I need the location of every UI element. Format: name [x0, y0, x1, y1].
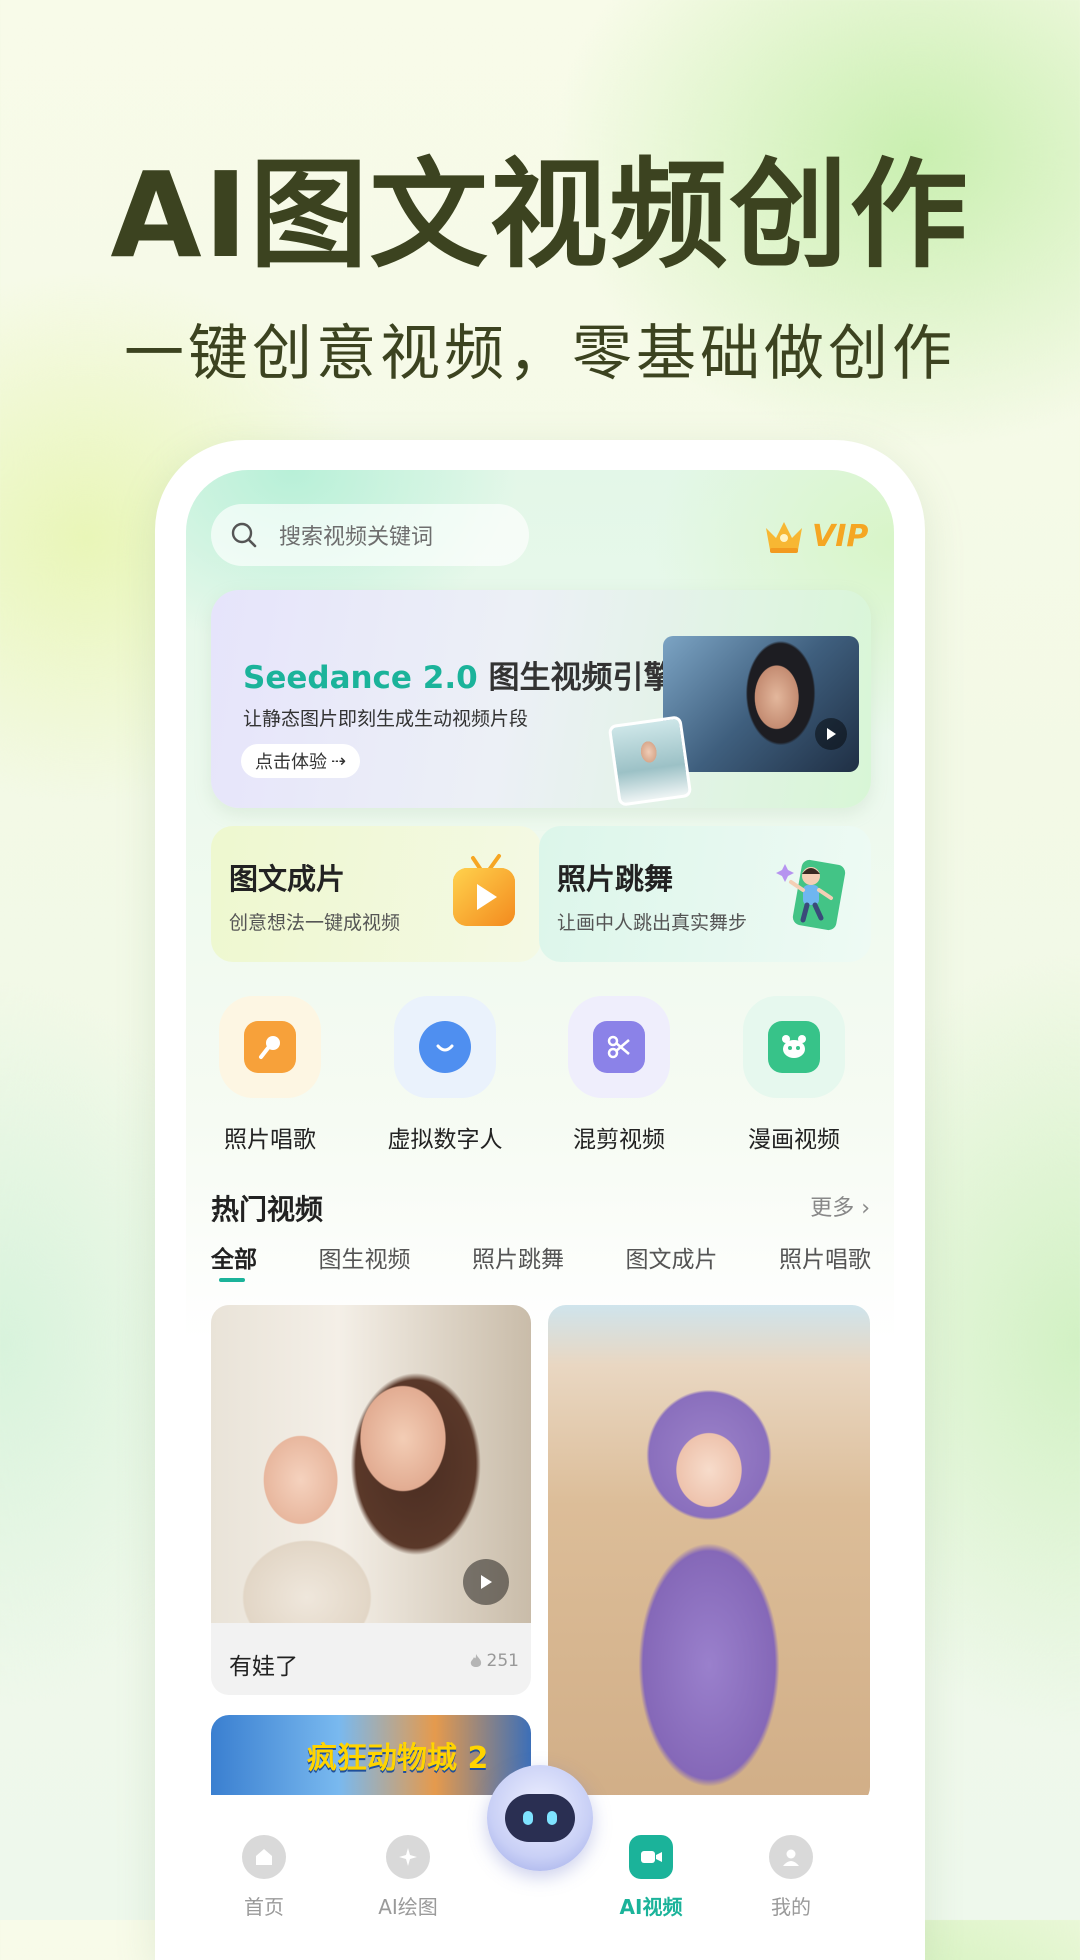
- user-icon: [769, 1835, 813, 1879]
- robot-face: [505, 1794, 575, 1842]
- video-likes: 251: [469, 1651, 519, 1671]
- quick-remix-video[interactable]: 混剪视频: [568, 996, 670, 1154]
- chat-bubble-icon: [419, 1021, 471, 1073]
- quick-comic-video[interactable]: 漫画视频: [743, 996, 845, 1154]
- banner-thumbnail: [607, 715, 693, 807]
- nav-home[interactable]: 首页: [214, 1835, 314, 1920]
- tv-play-icon: [453, 854, 515, 926]
- tab-all[interactable]: 全部: [211, 1240, 257, 1282]
- nav-profile[interactable]: 我的: [741, 1835, 841, 1920]
- banner-desc: 让静态图片即刻生成生动视频片段: [243, 708, 529, 730]
- dancing-phone-icon: [776, 859, 846, 931]
- scissors-icon: [593, 1021, 645, 1073]
- hero-subtitle: 一键创意视频，零基础做创作: [124, 319, 956, 389]
- panda-icon: [768, 1021, 820, 1073]
- banner-brand: Seedance 2.0: [243, 660, 478, 696]
- try-now-label: 点击体验: [255, 752, 327, 773]
- promo-banner[interactable]: Seedance 2.0 图生视频引擎 让静态图片即刻生成生动视频片段 点击体验…: [211, 590, 871, 808]
- tab-photo-singing[interactable]: 照片唱歌: [779, 1240, 871, 1274]
- feature-desc: 创意想法一键成视频: [229, 912, 401, 934]
- video-title-art: 疯狂动物城 2: [307, 1741, 489, 1776]
- more-link[interactable]: 更多 ›: [810, 1190, 870, 1222]
- quick-label: 漫画视频: [748, 1127, 840, 1153]
- nav-label: AI绘图: [378, 1895, 438, 1919]
- quick-icon-bg: [568, 996, 670, 1098]
- search-bar[interactable]: 搜索视频关键词: [211, 504, 529, 566]
- crown-icon: [766, 522, 802, 553]
- nav-ai-video[interactable]: AI视频: [601, 1835, 701, 1920]
- nav-label: 我的: [771, 1895, 811, 1919]
- play-icon[interactable]: [463, 1559, 509, 1605]
- hero-title: AI图文视频创作: [110, 146, 970, 284]
- feature-card-photo-dance[interactable]: 照片跳舞 让画中人跳出真实舞步: [539, 826, 871, 962]
- home-icon: [242, 1835, 286, 1879]
- nav-label: AI视频: [619, 1895, 683, 1919]
- vip-label: VIP: [812, 518, 869, 554]
- feature-card-text-to-video[interactable]: 图文成片 创意想法一键成视频: [211, 826, 541, 962]
- likes-count: 251: [486, 1651, 519, 1671]
- vip-button[interactable]: VIP: [762, 508, 872, 564]
- quick-icon-bg: [743, 996, 845, 1098]
- microphone-icon: [244, 1021, 296, 1073]
- tab-text-to-video[interactable]: 图文成片: [626, 1240, 718, 1274]
- quick-icon-bg: [219, 996, 321, 1098]
- banner-image: [663, 636, 859, 772]
- category-tabs: 全部 图生视频 照片跳舞 图文成片 照片唱歌: [211, 1240, 871, 1282]
- banner-title-text: 图生视频引擎: [488, 660, 675, 696]
- feature-title: 照片跳舞: [557, 862, 674, 896]
- quick-label: 虚拟数字人: [387, 1127, 503, 1153]
- robot-eye: [523, 1811, 533, 1825]
- robot-eye: [547, 1811, 557, 1825]
- quick-label: 照片唱歌: [224, 1127, 316, 1153]
- sparkle-icon: [386, 1835, 430, 1879]
- hot-videos-title: 热门视频: [211, 1193, 324, 1226]
- quick-label: 混剪视频: [573, 1127, 665, 1153]
- app-screen: 搜索视频关键词 VIP Seedance 2.0 图生视频引擎 让静态图片即刻生…: [186, 470, 894, 1920]
- tab-image-to-video[interactable]: 图生视频: [319, 1240, 411, 1274]
- search-placeholder: 搜索视频关键词: [279, 525, 434, 550]
- quick-photo-singing[interactable]: 照片唱歌: [219, 996, 321, 1154]
- nav-label: 首页: [244, 1895, 284, 1919]
- video-card[interactable]: 有娃了 251: [211, 1305, 531, 1695]
- flame-icon: [470, 1654, 481, 1667]
- feature-title: 图文成片: [229, 862, 346, 896]
- try-now-button[interactable]: 点击体验 ⇢: [241, 744, 361, 778]
- quick-icon-bg: [394, 996, 496, 1098]
- nav-ai-drawing[interactable]: AI绘图: [358, 1835, 458, 1920]
- video-camera-icon: [629, 1835, 673, 1879]
- banner-title: Seedance 2.0 图生视频引擎: [243, 652, 674, 697]
- ai-assistant-robot-icon[interactable]: [487, 1765, 593, 1871]
- tab-photo-dance[interactable]: 照片跳舞: [472, 1240, 564, 1274]
- quick-virtual-human[interactable]: 虚拟数字人: [388, 996, 503, 1154]
- video-caption: 有娃了: [229, 1654, 298, 1680]
- arrow-right-icon: ⇢: [331, 750, 347, 772]
- banner-play-icon[interactable]: [815, 718, 847, 750]
- search-icon: [231, 522, 257, 548]
- video-card[interactable]: [548, 1305, 870, 1805]
- feature-desc: 让画中人跳出真实舞步: [557, 912, 748, 934]
